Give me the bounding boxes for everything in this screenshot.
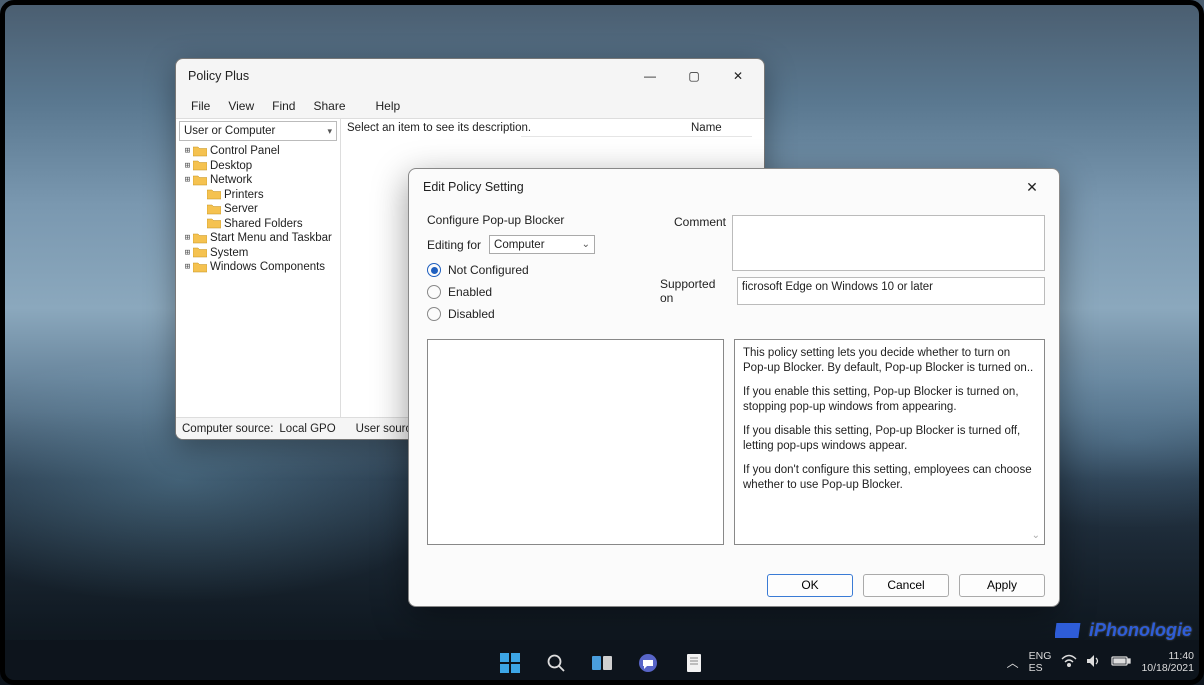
- expand-icon[interactable]: ⊞: [182, 262, 193, 272]
- chat-button[interactable]: [628, 643, 668, 683]
- folder-icon: [193, 262, 207, 273]
- menu-help[interactable]: Help: [367, 96, 410, 116]
- expand-icon[interactable]: ⊞: [182, 233, 193, 243]
- col-name[interactable]: Name: [691, 122, 722, 134]
- battery-icon[interactable]: [1111, 655, 1131, 670]
- tree-item-label: Network: [210, 174, 252, 186]
- wifi-icon[interactable]: [1061, 654, 1077, 671]
- tree-item[interactable]: ⊞ Network: [178, 173, 338, 188]
- edit-policy-dialog: Edit Policy Setting ✕ Configure Pop-up B…: [408, 168, 1060, 607]
- apply-button[interactable]: Apply: [959, 574, 1045, 597]
- radio-not-configured[interactable]: Not Configured: [427, 259, 692, 281]
- cancel-button[interactable]: Cancel: [863, 574, 949, 597]
- expand-icon[interactable]: ⊞: [182, 161, 193, 171]
- folder-icon: [207, 204, 221, 215]
- tray-chevron-icon[interactable]: ︿: [1007, 654, 1019, 671]
- tree-item[interactable]: ⊞ Desktop: [178, 159, 338, 174]
- clock[interactable]: 11:40 10/18/2021: [1141, 651, 1194, 674]
- tree-item[interactable]: Printers: [178, 188, 338, 203]
- titlebar[interactable]: Policy Plus — ▢ ✕: [176, 59, 764, 93]
- editing-for-label: Editing for: [427, 238, 481, 252]
- close-button[interactable]: ✕: [716, 61, 760, 91]
- tree-item[interactable]: Server: [178, 202, 338, 217]
- volume-icon[interactable]: [1086, 654, 1102, 671]
- help-box: This policy setting lets you decide whet…: [734, 339, 1045, 545]
- menubar: File View Find Share Help: [176, 93, 764, 119]
- folder-icon: [193, 175, 207, 186]
- tree-item[interactable]: ⊞ System: [178, 246, 338, 261]
- taskbar-center: [490, 640, 714, 685]
- tree-item-label: Start Menu and Taskbar: [210, 232, 332, 244]
- tree-item-label: Printers: [224, 189, 264, 201]
- folder-icon: [207, 189, 221, 200]
- radio-disabled[interactable]: Disabled: [427, 303, 692, 325]
- editing-for-select[interactable]: Computer: [489, 235, 595, 254]
- maximize-button[interactable]: ▢: [672, 61, 716, 91]
- explorer-button[interactable]: [674, 643, 714, 683]
- expand-icon[interactable]: ⊞: [182, 175, 193, 185]
- dialog-titlebar[interactable]: Edit Policy Setting ✕: [409, 169, 1059, 205]
- folder-icon: [207, 218, 221, 229]
- options-box[interactable]: [427, 339, 724, 545]
- folder-icon: [193, 247, 207, 258]
- close-button[interactable]: ✕: [1011, 172, 1053, 202]
- radio-icon: [427, 263, 441, 277]
- tree-panel: User or Computer ⊞Control Panel⊞Desktop⊞…: [176, 119, 341, 417]
- tree-item-label: System: [210, 247, 248, 259]
- policy-name: Configure Pop-up Blocker: [427, 213, 692, 227]
- tree-item-label: Desktop: [210, 160, 252, 172]
- comment-label: Comment: [674, 215, 726, 229]
- ok-button[interactable]: OK: [767, 574, 853, 597]
- task-view-button[interactable]: [582, 643, 622, 683]
- tree-item-label: Shared Folders: [224, 218, 303, 230]
- menu-file[interactable]: File: [182, 96, 219, 116]
- expand-icon[interactable]: ⊞: [182, 248, 193, 258]
- tree-item[interactable]: ⊞ Start Menu and Taskbar: [178, 231, 338, 246]
- menu-find[interactable]: Find: [263, 96, 304, 116]
- folder-icon: [193, 146, 207, 157]
- radio-icon: [427, 285, 441, 299]
- list-columns: Name State Comment: [521, 119, 752, 137]
- dialog-buttons: OK Cancel Apply: [409, 564, 1059, 606]
- tree-item[interactable]: ⊞ Windows Components: [178, 260, 338, 275]
- start-button[interactable]: [490, 643, 530, 683]
- radio-icon: [427, 307, 441, 321]
- tree-item-label: Windows Components: [210, 261, 325, 273]
- scope-combo[interactable]: User or Computer: [179, 121, 337, 141]
- tree-item-label: Server: [224, 203, 258, 215]
- watermark: iPhonologie: [1055, 619, 1192, 641]
- tree-item-label: Control Panel: [210, 145, 280, 157]
- window-title: Policy Plus: [188, 69, 249, 83]
- supported-label: Supported on: [660, 277, 731, 305]
- minimize-button[interactable]: —: [628, 61, 672, 91]
- tree-item[interactable]: Shared Folders: [178, 217, 338, 232]
- menu-view[interactable]: View: [219, 96, 263, 116]
- folder-icon: [193, 233, 207, 244]
- folder-icon: [193, 160, 207, 171]
- system-tray: ︿ ENG ES 11:40 10/18/2021: [1007, 640, 1194, 685]
- policy-tree[interactable]: ⊞ Control Panel ⊞ Desktop ⊞ Network Printers Se…: [176, 143, 340, 276]
- menu-share[interactable]: Share: [304, 96, 354, 116]
- resize-grip-icon: ⌄: [1032, 529, 1040, 542]
- state-radio-group: Not Configured Enabled Disabled: [427, 259, 692, 325]
- search-button[interactable]: [536, 643, 576, 683]
- radio-enabled[interactable]: Enabled: [427, 281, 692, 303]
- supported-box: ficrosoft Edge on Windows 10 or later: [737, 277, 1045, 305]
- dialog-title: Edit Policy Setting: [423, 180, 524, 194]
- language-indicator[interactable]: ENG ES: [1029, 651, 1052, 674]
- comment-input[interactable]: [732, 215, 1045, 271]
- taskbar: ︿ ENG ES 11:40 10/18/2021: [0, 640, 1204, 685]
- expand-icon[interactable]: ⊞: [182, 146, 193, 156]
- tree-item[interactable]: ⊞ Control Panel: [178, 144, 338, 159]
